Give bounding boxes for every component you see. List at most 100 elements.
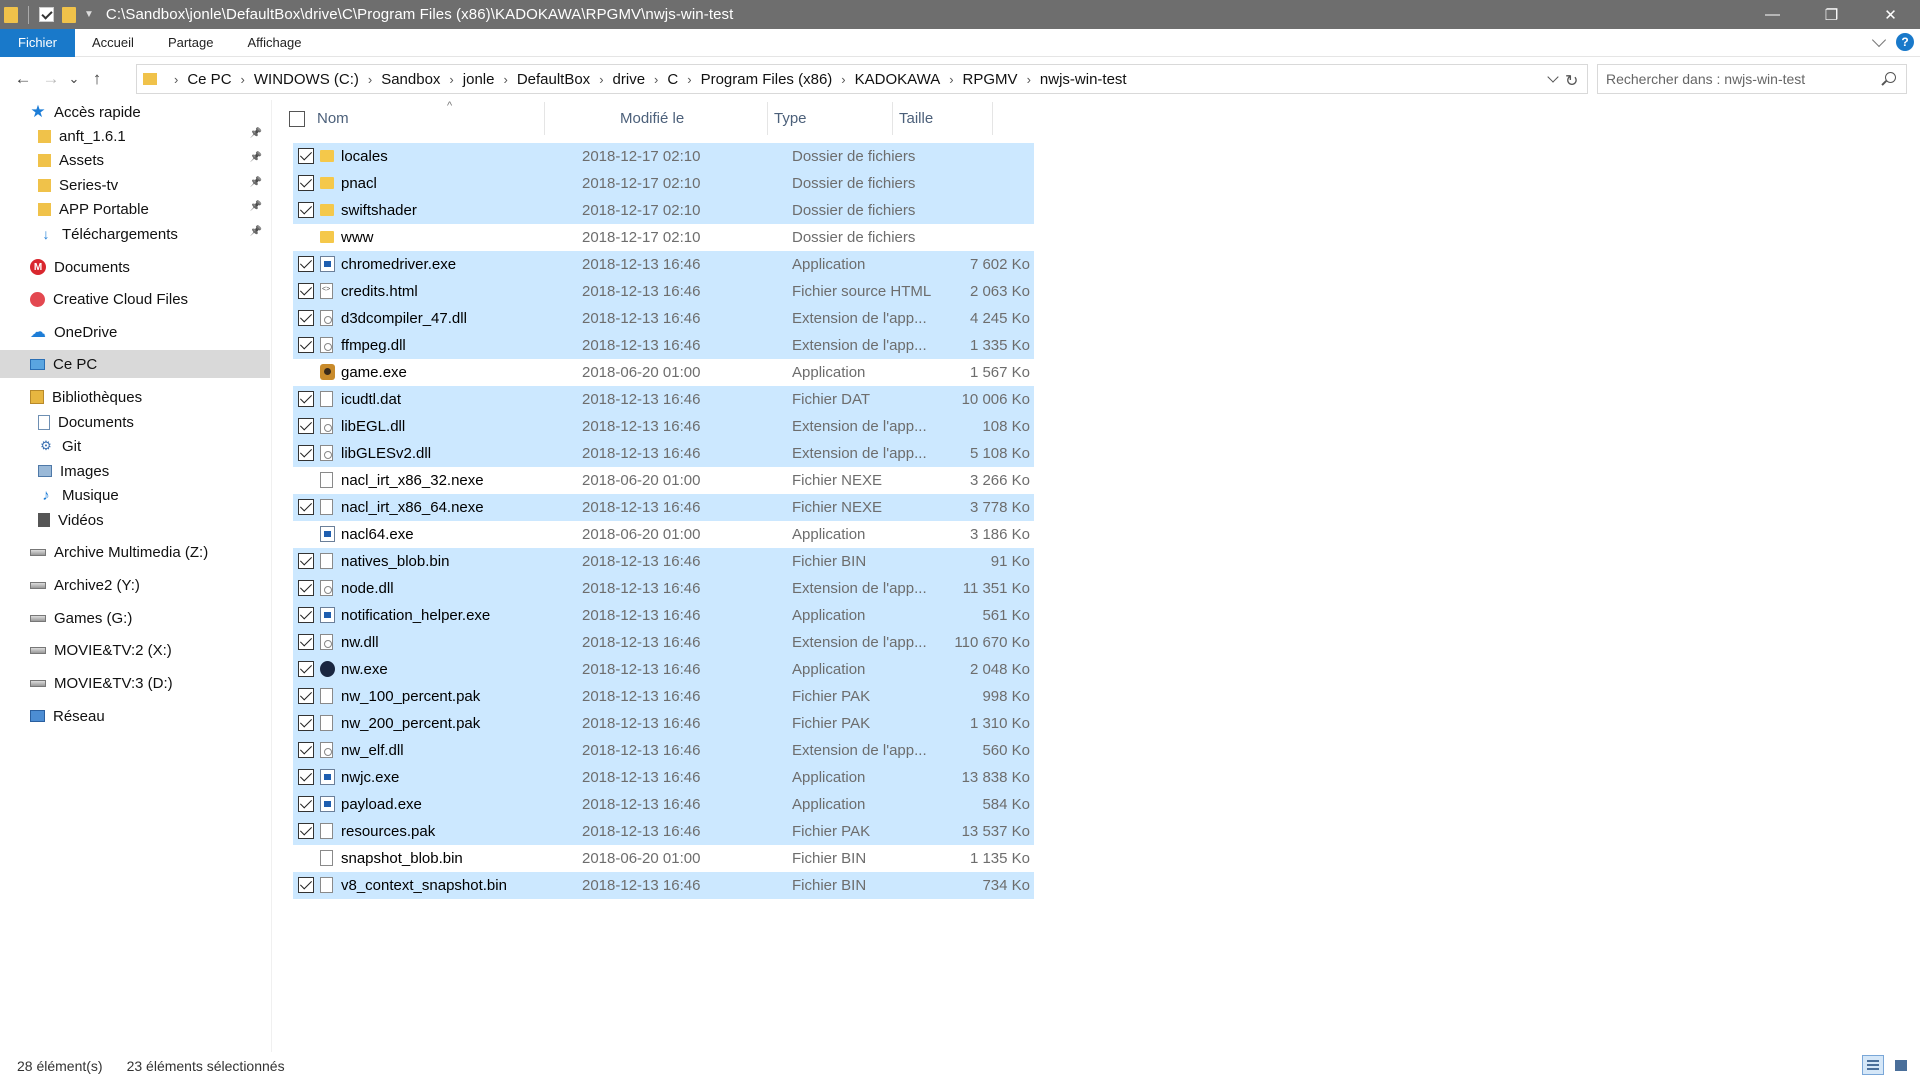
breadcrumb-item[interactable]: RPGMV — [963, 71, 1018, 88]
file-row[interactable]: ffmpeg.dll 2018-12-13 16:46 Extension de l… — [293, 332, 1034, 359]
pin-icon[interactable]: 📌 — [250, 177, 262, 188]
refresh-button[interactable]: ↻ — [1565, 71, 1578, 91]
breadcrumb-item[interactable]: KADOKAWA — [855, 71, 941, 88]
sidebar-item[interactable]: APP Portable 📌 — [0, 195, 270, 223]
file-row[interactable]: v8_context_snapshot.bin 2018-12-13 16:46 F… — [293, 872, 1034, 899]
breadcrumb-item[interactable]: Program Files (x86) — [701, 71, 833, 88]
file-row[interactable]: nwjc.exe 2018-12-13 16:46 Application 13 83… — [293, 764, 1034, 791]
up-button[interactable]: ↑ — [83, 65, 111, 93]
file-row[interactable]: nw_elf.dll 2018-12-13 16:46 Extension de l… — [293, 737, 1034, 764]
file-row[interactable]: chromedriver.exe 2018-12-13 16:46 Applicat… — [293, 251, 1034, 278]
row-checkbox[interactable] — [298, 418, 314, 434]
row-checkbox[interactable] — [298, 688, 314, 704]
breadcrumb-item[interactable]: Sandbox — [381, 71, 440, 88]
file-row[interactable]: nacl64.exe 2018-06-20 01:00 Application 3 1… — [293, 521, 1034, 548]
row-checkbox[interactable] — [298, 499, 314, 515]
expand-ribbon-icon[interactable] — [1871, 32, 1887, 48]
chevron-right-icon[interactable]: › — [174, 72, 178, 87]
chevron-right-icon[interactable]: › — [841, 72, 845, 87]
chevron-down-icon[interactable]: ▼ — [84, 9, 94, 20]
row-checkbox[interactable] — [298, 823, 314, 839]
file-row[interactable]: locales 2018-12-17 02:10 Dossier de fichie… — [293, 143, 1034, 170]
breadcrumb-item[interactable]: DefaultBox — [517, 71, 590, 88]
pin-icon[interactable]: 📌 — [250, 128, 262, 139]
row-checkbox[interactable] — [298, 553, 314, 569]
new-folder-icon[interactable] — [62, 6, 76, 23]
tab-accueil[interactable]: Accueil — [75, 29, 151, 57]
file-row[interactable]: node.dll 2018-12-13 16:46 Extension de l'a… — [293, 575, 1034, 602]
tab-affichage[interactable]: Affichage — [230, 29, 318, 57]
file-row[interactable]: swiftshader 2018-12-17 02:10 Dossier de fi… — [293, 197, 1034, 224]
sidebar-item[interactable]: Vidéos — [0, 506, 270, 534]
sidebar-item[interactable]: M Documents — [0, 253, 270, 281]
breadcrumb-item[interactable]: jonle — [463, 71, 495, 88]
row-checkbox[interactable] — [298, 607, 314, 623]
file-row[interactable]: www 2018-12-17 02:10 Dossier de fichiers — [293, 224, 1034, 251]
file-row[interactable]: libEGL.dll 2018-12-13 16:46 Extension de l… — [293, 413, 1034, 440]
close-button[interactable]: ✕ — [1861, 0, 1920, 29]
row-checkbox[interactable] — [298, 202, 314, 218]
file-row[interactable]: nw_100_percent.pak 2018-12-13 16:46 Fichie… — [293, 683, 1034, 710]
file-row[interactable]: credits.html 2018-12-13 16:46 Fichier sour… — [293, 278, 1034, 305]
file-row[interactable]: pnacl 2018-12-17 02:10 Dossier de fichiers — [293, 170, 1034, 197]
row-checkbox[interactable] — [298, 337, 314, 353]
row-checkbox[interactable] — [298, 175, 314, 191]
breadcrumb-item[interactable]: nwjs-win-test — [1040, 71, 1127, 88]
breadcrumb-item[interactable]: drive — [613, 71, 646, 88]
row-checkbox[interactable] — [298, 742, 314, 758]
file-row[interactable]: natives_blob.bin 2018-12-13 16:46 Fichier … — [293, 548, 1034, 575]
row-checkbox[interactable] — [298, 715, 314, 731]
details-view-button[interactable] — [1862, 1055, 1884, 1075]
file-row[interactable]: payload.exe 2018-12-13 16:46 Application 58… — [293, 791, 1034, 818]
pin-icon[interactable]: 📌 — [250, 152, 262, 163]
tab-partage[interactable]: Partage — [151, 29, 231, 57]
file-row[interactable]: d3dcompiler_47.dll 2018-12-13 16:46 Extens… — [293, 305, 1034, 332]
sidebar-item[interactable]: Creative Cloud Files — [0, 285, 270, 313]
row-checkbox[interactable] — [298, 580, 314, 596]
select-all-checkbox[interactable] — [289, 111, 305, 127]
sidebar-item[interactable]: Assets 📌 — [0, 146, 270, 174]
column-header-size[interactable]: Taille — [893, 102, 993, 135]
sidebar-item[interactable]: ↓ Téléchargements 📌 — [0, 220, 270, 248]
sidebar-item[interactable]: Archive2 (Y:) — [0, 571, 270, 599]
row-checkbox[interactable] — [298, 310, 314, 326]
file-row[interactable]: nacl_irt_x86_64.nexe 2018-12-13 16:46 Fich… — [293, 494, 1034, 521]
search-box[interactable] — [1597, 64, 1907, 94]
file-row[interactable]: notification_helper.exe 2018-12-13 16:46 A… — [293, 602, 1034, 629]
row-checkbox[interactable] — [298, 661, 314, 677]
file-row[interactable]: nacl_irt_x86_32.nexe 2018-06-20 01:00 Fich… — [293, 467, 1034, 494]
row-checkbox[interactable] — [298, 148, 314, 164]
row-checkbox[interactable] — [298, 769, 314, 785]
row-checkbox[interactable] — [298, 283, 314, 299]
row-checkbox[interactable] — [298, 445, 314, 461]
chevron-right-icon[interactable]: › — [687, 72, 691, 87]
sidebar-item[interactable]: ☁ OneDrive — [0, 318, 270, 346]
back-button[interactable]: ← — [9, 65, 37, 93]
chevron-right-icon[interactable]: › — [654, 72, 658, 87]
sidebar-item[interactable]: MOVIE&TV:2 (X:) — [0, 636, 270, 664]
column-header-modified[interactable]: Modifié le — [614, 102, 768, 135]
file-row[interactable]: icudtl.dat 2018-12-13 16:46 Fichier DAT 10 … — [293, 386, 1034, 413]
file-row[interactable]: nw.dll 2018-12-13 16:46 Extension de l'app… — [293, 629, 1034, 656]
address-bar[interactable]: › Ce PC › WINDOWS (C:) › Sandbox › jonle › Defau… — [136, 64, 1588, 94]
file-row[interactable]: snapshot_blob.bin 2018-06-20 01:00 Fichier… — [293, 845, 1034, 872]
tab-fichier[interactable]: Fichier — [0, 28, 76, 57]
column-header-type[interactable]: Type — [768, 102, 893, 135]
column-header-name[interactable]: Nom — [311, 102, 545, 135]
breadcrumb-item[interactable]: WINDOWS (C:) — [254, 71, 359, 88]
search-input[interactable] — [1606, 71, 1876, 87]
file-row[interactable]: nw_200_percent.pak 2018-12-13 16:46 Fichie… — [293, 710, 1034, 737]
chevron-down-icon[interactable] — [1547, 71, 1559, 83]
sidebar-item[interactable]: Bibliothèques — [0, 383, 270, 411]
sidebar-item[interactable]: MOVIE&TV:3 (D:) — [0, 669, 270, 697]
chevron-right-icon[interactable]: › — [449, 72, 453, 87]
row-checkbox[interactable] — [298, 634, 314, 650]
pin-icon[interactable]: 📌 — [250, 226, 262, 237]
file-row[interactable]: libGLESv2.dll 2018-12-13 16:46 Extension d… — [293, 440, 1034, 467]
chevron-right-icon[interactable]: › — [503, 72, 507, 87]
recent-locations-button[interactable]: ⌄ — [65, 65, 83, 93]
file-row[interactable]: nw.exe 2018-12-13 16:46 Application 2 048 K… — [293, 656, 1034, 683]
maximize-button[interactable]: ❐ — [1802, 0, 1861, 29]
file-row[interactable]: resources.pak 2018-12-13 16:46 Fichier PAK… — [293, 818, 1034, 845]
sidebar-item[interactable]: ♪ Musique — [0, 481, 270, 509]
